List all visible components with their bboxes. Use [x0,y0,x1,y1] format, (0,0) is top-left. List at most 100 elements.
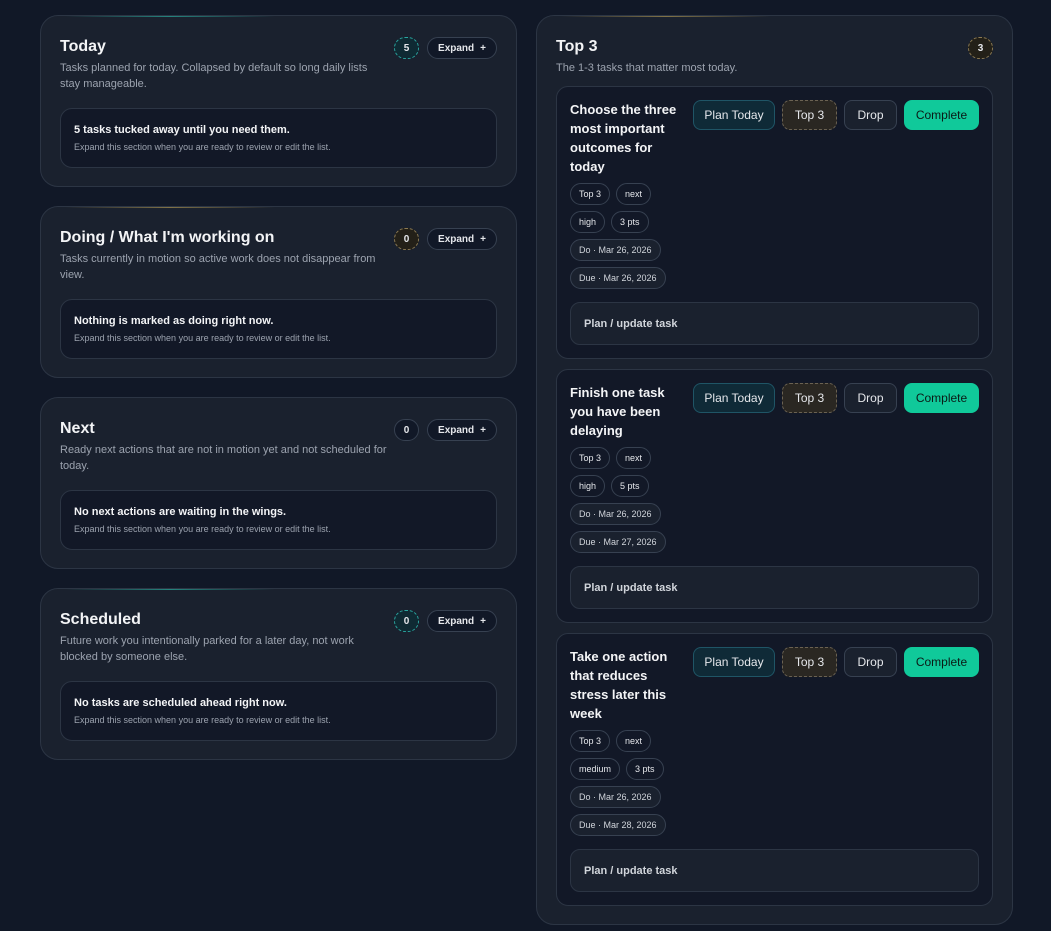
task-tags: Top 3 next high 5 pts [570,447,680,497]
tag-status: next [616,730,652,752]
collapsed-title: No tasks are scheduled ahead right now. [74,697,287,709]
section-title: Scheduled [60,611,141,628]
section-doing: Doing / What I'm working on Tasks curren… [40,206,517,378]
tag-points: 3 pts [626,758,664,780]
plus-icon: + [480,233,486,245]
task-info: Take one action that reduces stress late… [570,647,680,836]
complete-button[interactable]: Complete [904,647,979,677]
task-dates: Do · Mar 26, 2026 Due · Mar 27, 2026 [570,503,680,553]
section-header: Next Ready next actions that are not in … [60,418,497,474]
task-actions: Plan Today Top 3 Drop Complete [693,647,979,836]
collapsed-hint: Expand this section when you are ready t… [74,715,331,725]
task-info: Finish one task you have been delaying T… [570,383,680,553]
section-title: Next [60,420,95,437]
section-title: Doing / What I'm working on [60,229,275,246]
expand-label: Expand [438,42,475,54]
tag-priority: high [570,475,606,497]
section-heading: Today Tasks planned for today. Collapsed… [60,36,390,92]
plus-icon: + [480,424,486,436]
tag-list: Top 3 [570,183,611,205]
expand-button[interactable]: Expand + [427,228,497,250]
tag-list: Top 3 [570,447,611,469]
task-actions: Plan Today Top 3 Drop Complete [693,383,979,553]
task-title: Finish one task you have been delaying [570,385,665,438]
section-controls: 3 [968,37,993,59]
section-heading: Top 3 The 1-3 tasks that matter most tod… [556,36,886,76]
task-dates: Do · Mar 26, 2026 Due · Mar 26, 2026 [570,239,680,289]
tag-status: next [616,447,652,469]
collapsed-title: 5 tasks tucked away until you need them. [74,124,290,136]
task-title: Take one action that reduces stress late… [570,649,668,721]
section-controls: 0 Expand + [394,419,497,441]
task-dates: Do · Mar 26, 2026 Due · Mar 28, 2026 [570,786,680,836]
top3-button[interactable]: Top 3 [782,647,837,677]
count-badge: 5 [394,37,420,59]
complete-button[interactable]: Complete [904,100,979,130]
section-title: Top 3 [556,38,598,55]
plan-today-button[interactable]: Plan Today [693,383,775,413]
collapsed-summary: No next actions are waiting in the wings… [60,490,497,550]
count-badge: 0 [394,610,420,632]
tag-list: Top 3 [570,730,611,752]
section-description: Tasks currently in motion so active work… [60,253,376,281]
plan-today-button[interactable]: Plan Today [693,647,775,677]
section-heading: Doing / What I'm working on Tasks curren… [60,227,390,283]
section-top3: Top 3 The 1-3 tasks that matter most tod… [536,15,1013,925]
expand-button[interactable]: Expand + [427,610,497,632]
due-date: Due · Mar 26, 2026 [570,267,666,289]
section-header: Scheduled Future work you intentionally … [60,609,497,665]
plan-update-task-button[interactable]: Plan / update task [570,849,979,892]
task-info: Choose the three most important outcomes… [570,100,680,289]
collapsed-hint: Expand this section when you are ready t… [74,524,331,534]
plus-icon: + [480,42,486,54]
task-row: Finish one task you have been delaying T… [570,383,979,553]
section-controls: 0 Expand + [394,228,497,250]
collapsed-hint: Expand this section when you are ready t… [74,333,331,343]
section-description: Ready next actions that are not in motio… [60,444,387,472]
expand-button[interactable]: Expand + [427,419,497,441]
drop-button[interactable]: Drop [844,100,897,130]
tag-points: 3 pts [611,211,649,233]
collapsed-summary: No tasks are scheduled ahead right now. … [60,681,497,741]
task-title: Choose the three most important outcomes… [570,102,677,174]
section-heading: Next Ready next actions that are not in … [60,418,390,474]
section-heading: Scheduled Future work you intentionally … [60,609,390,665]
task-card: Finish one task you have been delaying T… [556,369,993,623]
section-scheduled: Scheduled Future work you intentionally … [40,588,517,760]
section-header: Today Tasks planned for today. Collapsed… [60,36,497,92]
count-badge: 0 [394,228,420,250]
do-date: Do · Mar 26, 2026 [570,786,661,808]
section-header: Doing / What I'm working on Tasks curren… [60,227,497,283]
plan-update-task-button[interactable]: Plan / update task [570,302,979,345]
top3-button[interactable]: Top 3 [782,383,837,413]
section-today: Today Tasks planned for today. Collapsed… [40,15,517,187]
collapsed-hint: Expand this section when you are ready t… [74,142,331,152]
drop-button[interactable]: Drop [844,647,897,677]
section-description: Future work you intentionally parked for… [60,635,354,663]
tag-priority: high [570,211,606,233]
section-controls: 5 Expand + [394,37,497,59]
section-description: The 1-3 tasks that matter most today. [556,62,738,74]
expand-label: Expand [438,615,475,627]
expand-label: Expand [438,233,475,245]
collapsed-title: Nothing is marked as doing right now. [74,315,274,327]
task-row: Choose the three most important outcomes… [570,100,979,289]
section-title: Today [60,38,106,55]
due-date: Due · Mar 27, 2026 [570,531,666,553]
expand-button[interactable]: Expand + [427,37,497,59]
plan-today-button[interactable]: Plan Today [693,100,775,130]
plan-update-task-button[interactable]: Plan / update task [570,566,979,609]
tag-status: next [616,183,652,205]
top3-button[interactable]: Top 3 [782,100,837,130]
tag-priority: medium [570,758,621,780]
right-column: Top 3 The 1-3 tasks that matter most tod… [536,15,1013,931]
task-card: Take one action that reduces stress late… [556,633,993,906]
task-tags: Top 3 next medium 3 pts [570,730,680,780]
drop-button[interactable]: Drop [844,383,897,413]
do-date: Do · Mar 26, 2026 [570,239,661,261]
due-date: Due · Mar 28, 2026 [570,814,666,836]
task-tags: Top 3 next high 3 pts [570,183,680,233]
complete-button[interactable]: Complete [904,383,979,413]
collapsed-title: No next actions are waiting in the wings… [74,506,287,518]
task-row: Take one action that reduces stress late… [570,647,979,836]
